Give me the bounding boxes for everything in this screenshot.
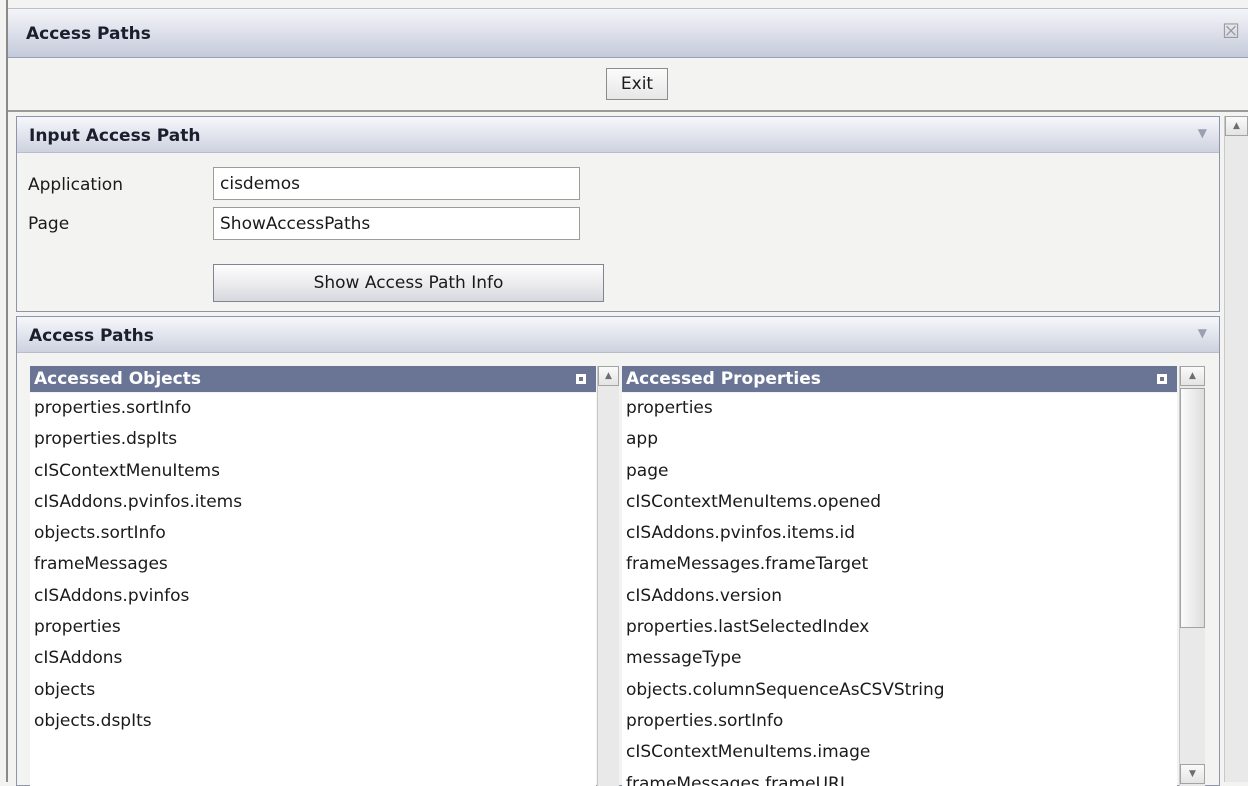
- input-access-path-panel: Input Access Path ▼ Application Page Sho…: [16, 116, 1220, 312]
- input-panel-header[interactable]: Input Access Path ▼: [17, 117, 1219, 153]
- accessed-objects-header-label: Accessed Objects: [34, 369, 201, 389]
- access-paths-title: Access Paths: [29, 326, 154, 346]
- list-item[interactable]: cISContextMenuItems: [30, 456, 596, 487]
- list-item[interactable]: objects.dspIts: [30, 706, 596, 737]
- input-panel-title: Input Access Path: [29, 126, 201, 146]
- list-item[interactable]: objects.columnSequenceAsCSVString: [622, 675, 1177, 706]
- list-item[interactable]: app: [622, 424, 1177, 455]
- window-frame: [0, 0, 8, 782]
- scroll-up-icon[interactable]: ▲: [1180, 366, 1205, 386]
- list-item[interactable]: cISAddons.pvinfos.items.id: [622, 518, 1177, 549]
- list-item[interactable]: cISAddons: [30, 643, 596, 674]
- access-paths-panel: Access Paths ▼ Accessed Objects properti…: [16, 316, 1220, 786]
- page-scrollbar[interactable]: ▲: [1224, 116, 1248, 782]
- accessed-properties-body: properties app page cISContextMenuItems.…: [622, 393, 1177, 786]
- accessed-objects-body: properties.sortInfo properties.dspIts cI…: [30, 393, 596, 786]
- column-menu-icon[interactable]: [576, 374, 586, 384]
- list-item[interactable]: cISAddons.version: [622, 581, 1177, 612]
- column-menu-icon[interactable]: [1157, 374, 1167, 384]
- accessed-objects-header[interactable]: Accessed Objects: [30, 366, 596, 392]
- list-item[interactable]: frameMessages.frameTarget: [622, 549, 1177, 580]
- list-item[interactable]: cISContextMenuItems.opened: [622, 487, 1177, 518]
- list-item[interactable]: messageType: [622, 643, 1177, 674]
- scroll-up-icon[interactable]: ▲: [598, 366, 619, 386]
- window-titlebar: Access Paths ☒: [8, 8, 1248, 58]
- list-item[interactable]: page: [622, 456, 1177, 487]
- list-item[interactable]: frameMessages: [30, 549, 596, 580]
- list-item[interactable]: cISAddons.pvinfos: [30, 581, 596, 612]
- list-item[interactable]: objects.sortInfo: [30, 518, 596, 549]
- list-item[interactable]: objects: [30, 675, 596, 706]
- accessed-properties-header-label: Accessed Properties: [626, 369, 821, 389]
- list-item[interactable]: properties.sortInfo: [622, 706, 1177, 737]
- properties-scrollbar[interactable]: ▲ ▼: [1179, 366, 1205, 786]
- exit-button[interactable]: Exit: [606, 68, 668, 100]
- list-item[interactable]: properties.lastSelectedIndex: [622, 612, 1177, 643]
- scroll-up-icon[interactable]: ▲: [1225, 116, 1248, 136]
- objects-scrollbar[interactable]: ▲: [597, 366, 619, 786]
- list-item[interactable]: properties.sortInfo: [30, 393, 596, 424]
- list-item[interactable]: cISAddons.pvinfos.items: [30, 487, 596, 518]
- access-paths-header[interactable]: Access Paths ▼: [17, 317, 1219, 353]
- list-item[interactable]: properties.dspIts: [30, 424, 596, 455]
- accessed-properties-header[interactable]: Accessed Properties: [622, 366, 1177, 392]
- application-label: Application: [28, 175, 123, 195]
- collapse-toggle-icon[interactable]: ▼: [1198, 126, 1207, 140]
- accessed-properties-list: Accessed Properties properties app page …: [622, 366, 1177, 786]
- collapse-toggle-icon[interactable]: ▼: [1198, 326, 1207, 340]
- list-item[interactable]: cISContextMenuItems.image: [622, 737, 1177, 768]
- list-item[interactable]: properties: [30, 612, 596, 643]
- toolbar: Exit: [8, 58, 1248, 112]
- close-icon[interactable]: ☒: [1220, 20, 1242, 42]
- list-item[interactable]: frameMessages.frameURL: [622, 769, 1177, 786]
- page-label: Page: [28, 214, 70, 234]
- window-title: Access Paths: [26, 24, 151, 44]
- page-input[interactable]: [213, 207, 580, 240]
- application-input[interactable]: [213, 167, 580, 200]
- scroll-thumb[interactable]: [1180, 388, 1205, 628]
- show-access-path-info-button[interactable]: Show Access Path Info: [213, 264, 604, 302]
- accessed-objects-list: Accessed Objects properties.sortInfo pro…: [30, 366, 596, 786]
- list-item[interactable]: properties: [622, 393, 1177, 424]
- scroll-down-icon[interactable]: ▼: [1180, 764, 1205, 784]
